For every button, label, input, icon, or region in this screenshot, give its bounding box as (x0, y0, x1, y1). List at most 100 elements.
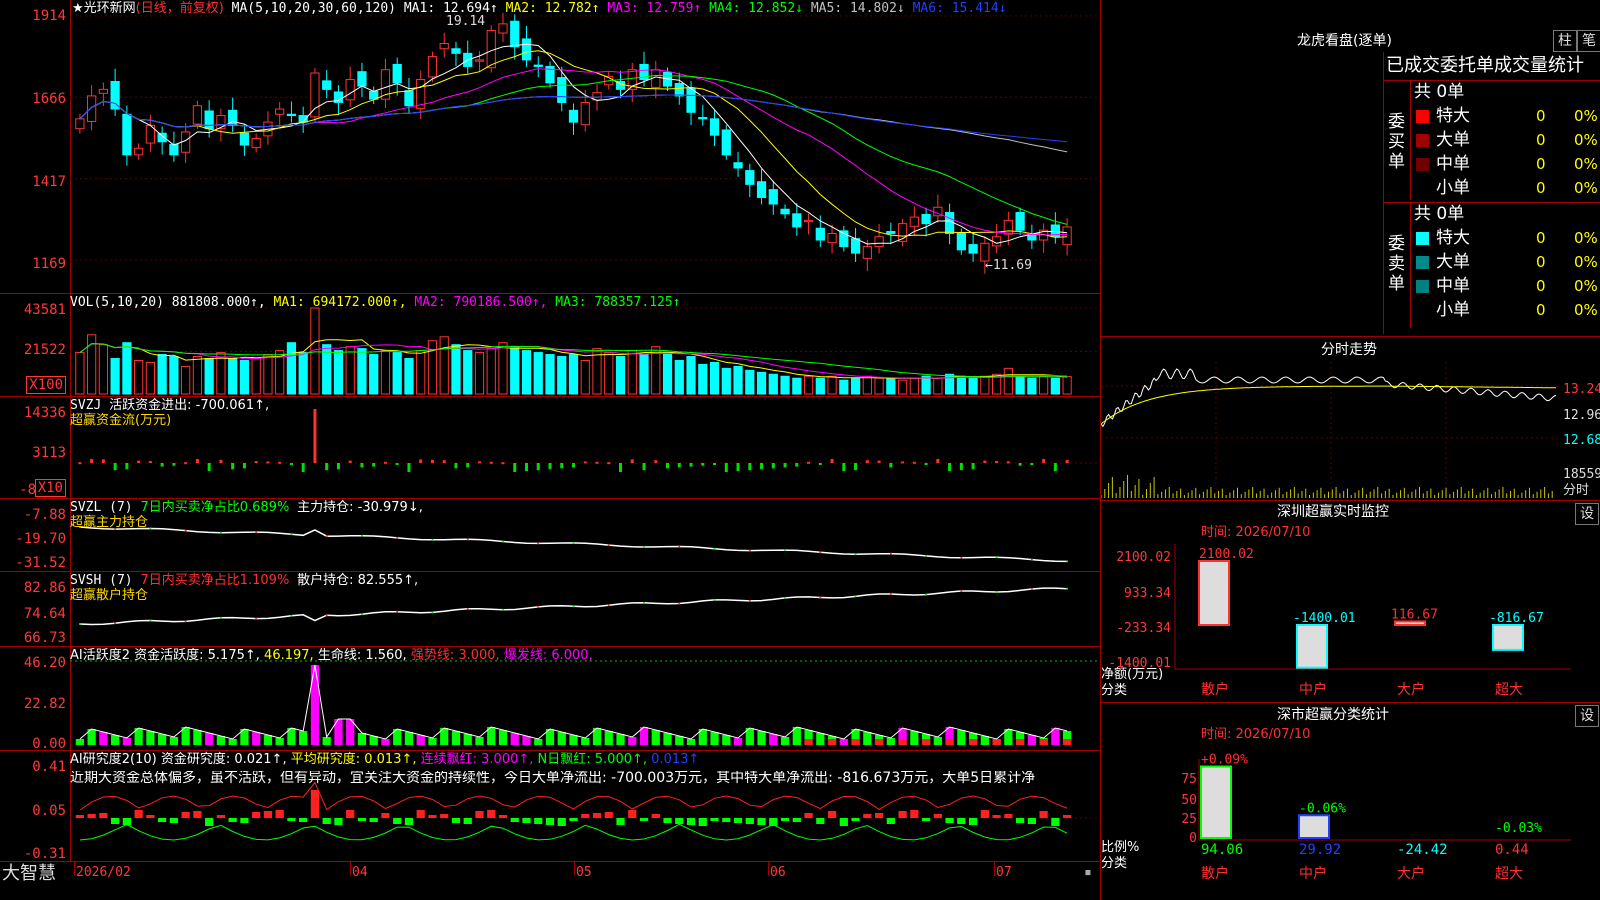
research-bar (968, 818, 978, 825)
svsh-value: 散户持仓: 82.555↑, (297, 573, 419, 588)
flow-bar (713, 463, 717, 465)
yanjiu-pane[interactable]: 0.41 0.05 -0.31 AI研究度2(10) 资金研究度: 0.021↑… (0, 751, 1100, 862)
flow-bar (842, 463, 846, 472)
activity-bar-red (945, 739, 954, 745)
svzl-pane[interactable]: -7.88 -19.70 -31.52 SVZL (7) 7日内买卖净占比0.6… (0, 499, 1100, 572)
candle-body (87, 95, 97, 122)
activity-bar (475, 737, 484, 745)
yanjiu-chart[interactable] (0, 751, 1100, 861)
row-p: 0% (1574, 107, 1598, 125)
lock-icon[interactable]: ▪ (1084, 866, 1092, 880)
flow-bar (630, 459, 634, 463)
flow-bar (654, 460, 658, 463)
holding-dot (1030, 587, 1033, 590)
holding-dot (325, 614, 328, 617)
research-bar (381, 813, 390, 818)
activity-bar (463, 734, 472, 745)
volume-pane[interactable]: 43581 21522 X100 VOL(5,10,20) 881808.000… (0, 294, 1100, 397)
holding-dot (819, 596, 822, 599)
volume-bar (122, 342, 132, 395)
volume-bar (392, 352, 402, 395)
flow-bar (677, 463, 681, 468)
flow-bar (936, 459, 940, 463)
activity-bar (616, 734, 625, 745)
research-bar (122, 818, 132, 825)
candle-body (169, 143, 179, 156)
tick-mode-button[interactable]: 笔 (1577, 30, 1600, 52)
legend-swatch (1416, 158, 1429, 171)
research-bar (240, 818, 249, 823)
monitor-chart: 2100.02933.34-233.34-1400.012100.02散户-14… (1108, 544, 1571, 698)
row-p: 0% (1574, 301, 1598, 319)
sell-total: 共 0单 (1414, 204, 1465, 224)
research-bar (675, 818, 684, 824)
holding-line (79, 526, 1068, 563)
activity-bar (604, 731, 613, 745)
holding-dot (995, 556, 998, 559)
research-bar (933, 814, 942, 818)
research-bar (522, 818, 531, 823)
research-bar (1027, 818, 1036, 824)
volume-bar (580, 359, 590, 395)
kline-chart[interactable] (0, 0, 1100, 293)
flow-bar (172, 463, 176, 466)
activity-bar (169, 737, 179, 745)
activity-bar (122, 738, 132, 745)
huoyue-life: 生命线: 1.560, (317, 648, 407, 663)
activity-bar (686, 739, 696, 745)
net-flow-bar (1492, 624, 1524, 651)
volume-bar (98, 344, 108, 395)
research-bar (1063, 815, 1072, 818)
holding-dot (219, 531, 222, 534)
ratio-value-label: 0.44 (1495, 842, 1529, 858)
candle-body (557, 77, 567, 103)
ratio-bar (1298, 814, 1330, 840)
holding-dot (854, 595, 857, 598)
flow-bar (513, 463, 517, 472)
bar-mode-button[interactable]: 柱 (1553, 30, 1577, 52)
huoyue-pane[interactable]: 46.20 22.82 0.00 AI活跃度2 资金活跃度: 5.175↑, 4… (0, 647, 1100, 752)
volume-bar (615, 356, 626, 395)
activity-bar (522, 736, 531, 745)
candle-body (674, 82, 684, 97)
date-tick (768, 862, 769, 876)
flow-bar (266, 461, 270, 464)
research-bar (733, 818, 743, 823)
net-flow-label: -816.67 (1489, 611, 1544, 626)
research-bar (628, 810, 637, 818)
activity-bar (369, 736, 378, 745)
fenshi-tick: 12.68 (1563, 433, 1600, 448)
svzj-pane[interactable]: 14336 3113 -8 X10 SVZJ 活跃资金进出: -700.061↑… (0, 397, 1100, 499)
flow-bar (1006, 461, 1010, 464)
huoyue-name: AI活跃度2 (70, 648, 130, 663)
research-bar (874, 813, 884, 818)
activity-bar-red (968, 739, 978, 745)
stock-name[interactable]: ★光环新网 (72, 1, 136, 16)
volume-bar (662, 352, 673, 395)
holding-dot (1066, 560, 1069, 563)
yanjiu-legend: AI研究度2(10) 资金研究度: 0.021↑, 平均研究度: 0.013↑,… (70, 753, 699, 767)
volume-bar (498, 342, 508, 395)
volume-bar (181, 365, 191, 395)
activity-bar (228, 739, 237, 745)
holding-dot (748, 599, 751, 602)
research-bar (216, 815, 226, 818)
candle-body (709, 118, 720, 136)
holding-dot (925, 554, 928, 557)
row-v: 0 (1536, 277, 1546, 295)
stats-xlabel: 分类 (1101, 856, 1128, 871)
candle-body (756, 181, 767, 198)
stats-tick: 25 (1181, 812, 1197, 827)
research-bar (651, 814, 660, 818)
kline-pane[interactable]: 1914 1666 1417 1169 ★光环新网(日线，前复权) MA(5,1… (0, 0, 1100, 294)
holding-dot (995, 591, 998, 594)
research-bar (252, 812, 261, 818)
intraday-chart[interactable] (1101, 362, 1600, 502)
svsh-pane[interactable]: 82.86 74.64 66.73 SVSH (7) 7日内买卖净占比1.109… (0, 572, 1100, 647)
activity-line (79, 664, 1068, 740)
research-bar (792, 818, 801, 822)
period-mode[interactable]: (日线，前复权) (136, 1, 224, 16)
flow-bar (807, 461, 811, 464)
research-bar (639, 818, 649, 821)
research-bar (780, 818, 790, 821)
